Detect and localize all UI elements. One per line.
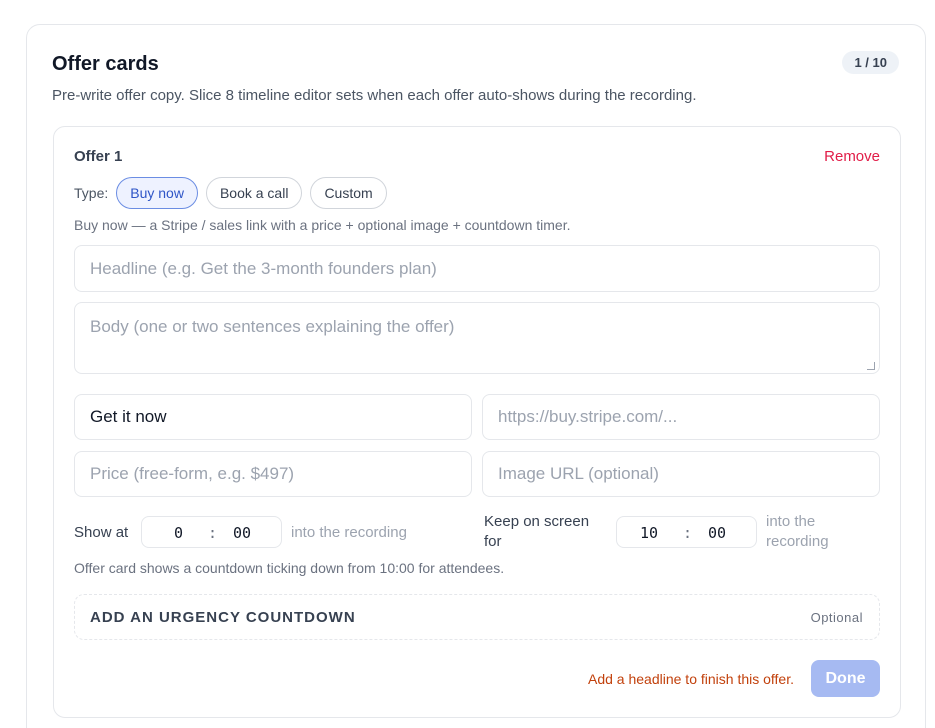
validation-hint: Add a headline to finish this offer. (588, 671, 794, 687)
keep-for-minutes: 10 (640, 524, 659, 542)
urgency-optional-label: Optional (810, 610, 863, 625)
keep-for-separator: : (683, 524, 693, 542)
show-at-separator: : (208, 524, 218, 542)
keep-for-time-input[interactable]: 10 : 00 (616, 516, 757, 548)
urgency-countdown-toggle[interactable]: ADD AN URGENCY COUNTDOWN Optional (74, 594, 880, 640)
show-at-seconds: 00 (233, 524, 252, 542)
show-at-time-input[interactable]: 0 : 00 (141, 516, 282, 548)
urgency-title: ADD AN URGENCY COUNTDOWN (90, 609, 356, 626)
panel-title: Offer cards (52, 53, 159, 75)
headline-input[interactable]: Headline (e.g. Get the 3-month founders … (74, 245, 880, 292)
panel-subtitle: Pre-write offer copy. Slice 8 timeline e… (52, 87, 697, 104)
body-placeholder: Body (one or two sentences explaining th… (90, 317, 455, 336)
offer-cards-panel: Offer cards 1 / 10 Pre-write offer copy.… (26, 24, 926, 728)
checkout-link-input[interactable]: https://buy.stripe.com/... (482, 394, 880, 440)
type-label: Type: (74, 185, 109, 201)
offer-card: Offer 1 Remove Type: Buy now Book a call… (53, 126, 901, 718)
show-at-minutes: 0 (174, 524, 184, 542)
body-textarea[interactable]: Body (one or two sentences explaining th… (74, 302, 880, 374)
type-description: Buy now — a Stripe / sales link with a p… (74, 217, 571, 233)
keep-for-suffix-2: recording (766, 533, 829, 550)
keep-on-screen-label: Keep on screen (484, 513, 590, 530)
price-input[interactable]: Price (free-form, e.g. $497) (74, 451, 472, 497)
keep-for-suffix: into the (766, 513, 816, 530)
type-custom[interactable]: Custom (310, 177, 387, 209)
countdown-note: Offer card shows a countdown ticking dow… (74, 560, 505, 576)
offer-type-selector: Type: Buy now Book a call Custom (74, 177, 395, 209)
offer-count-badge: 1 / 10 (842, 51, 899, 74)
type-book-a-call[interactable]: Book a call (205, 177, 303, 209)
remove-offer-button[interactable]: Remove (824, 148, 880, 165)
keep-on-screen-label-2: for (484, 533, 502, 550)
done-button[interactable]: Done (811, 660, 880, 697)
cta-label-input[interactable]: Get it now (74, 394, 472, 440)
type-buy-now[interactable]: Buy now (116, 177, 198, 209)
resize-handle-icon[interactable] (867, 362, 875, 370)
image-url-input[interactable]: Image URL (optional) (482, 451, 880, 497)
keep-for-seconds: 00 (708, 524, 727, 542)
show-at-label: Show at (74, 524, 129, 541)
show-at-suffix: into the recording (291, 524, 407, 541)
offer-title: Offer 1 (74, 148, 123, 165)
